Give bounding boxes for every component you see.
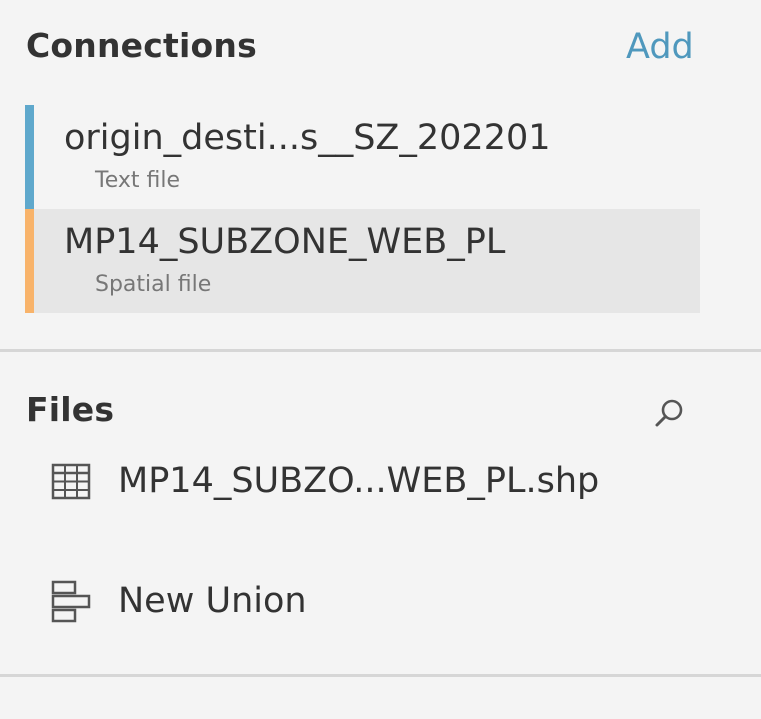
connection-type: Spatial file [95,272,212,297]
new-union-item[interactable]: New Union [48,579,688,629]
connection-name: origin_desti...s__SZ_202201 [64,118,551,158]
connection-type: Text file [95,168,180,193]
connections-title: Connections [26,26,257,65]
file-item[interactable]: MP14_SUBZO...WEB_PL.shp [48,459,688,509]
section-divider[interactable] [0,674,761,677]
connection-item[interactable]: origin_desti...s__SZ_202201 Text file [25,105,700,209]
connection-color-bar [25,209,34,313]
files-title: Files [26,390,115,429]
new-union-label: New Union [118,581,307,621]
connection-item-selected[interactable]: MP14_SUBZONE_WEB_PL Spatial file [25,209,700,313]
search-icon[interactable] [653,396,687,430]
connection-color-bar [25,105,34,209]
connection-name: MP14_SUBZONE_WEB_PL [64,222,506,262]
table-grid-icon [48,459,94,505]
add-connection-link[interactable]: Add [626,27,694,67]
section-divider[interactable] [0,349,761,352]
union-icon [48,579,94,625]
file-item-label: MP14_SUBZO...WEB_PL.shp [118,461,600,501]
